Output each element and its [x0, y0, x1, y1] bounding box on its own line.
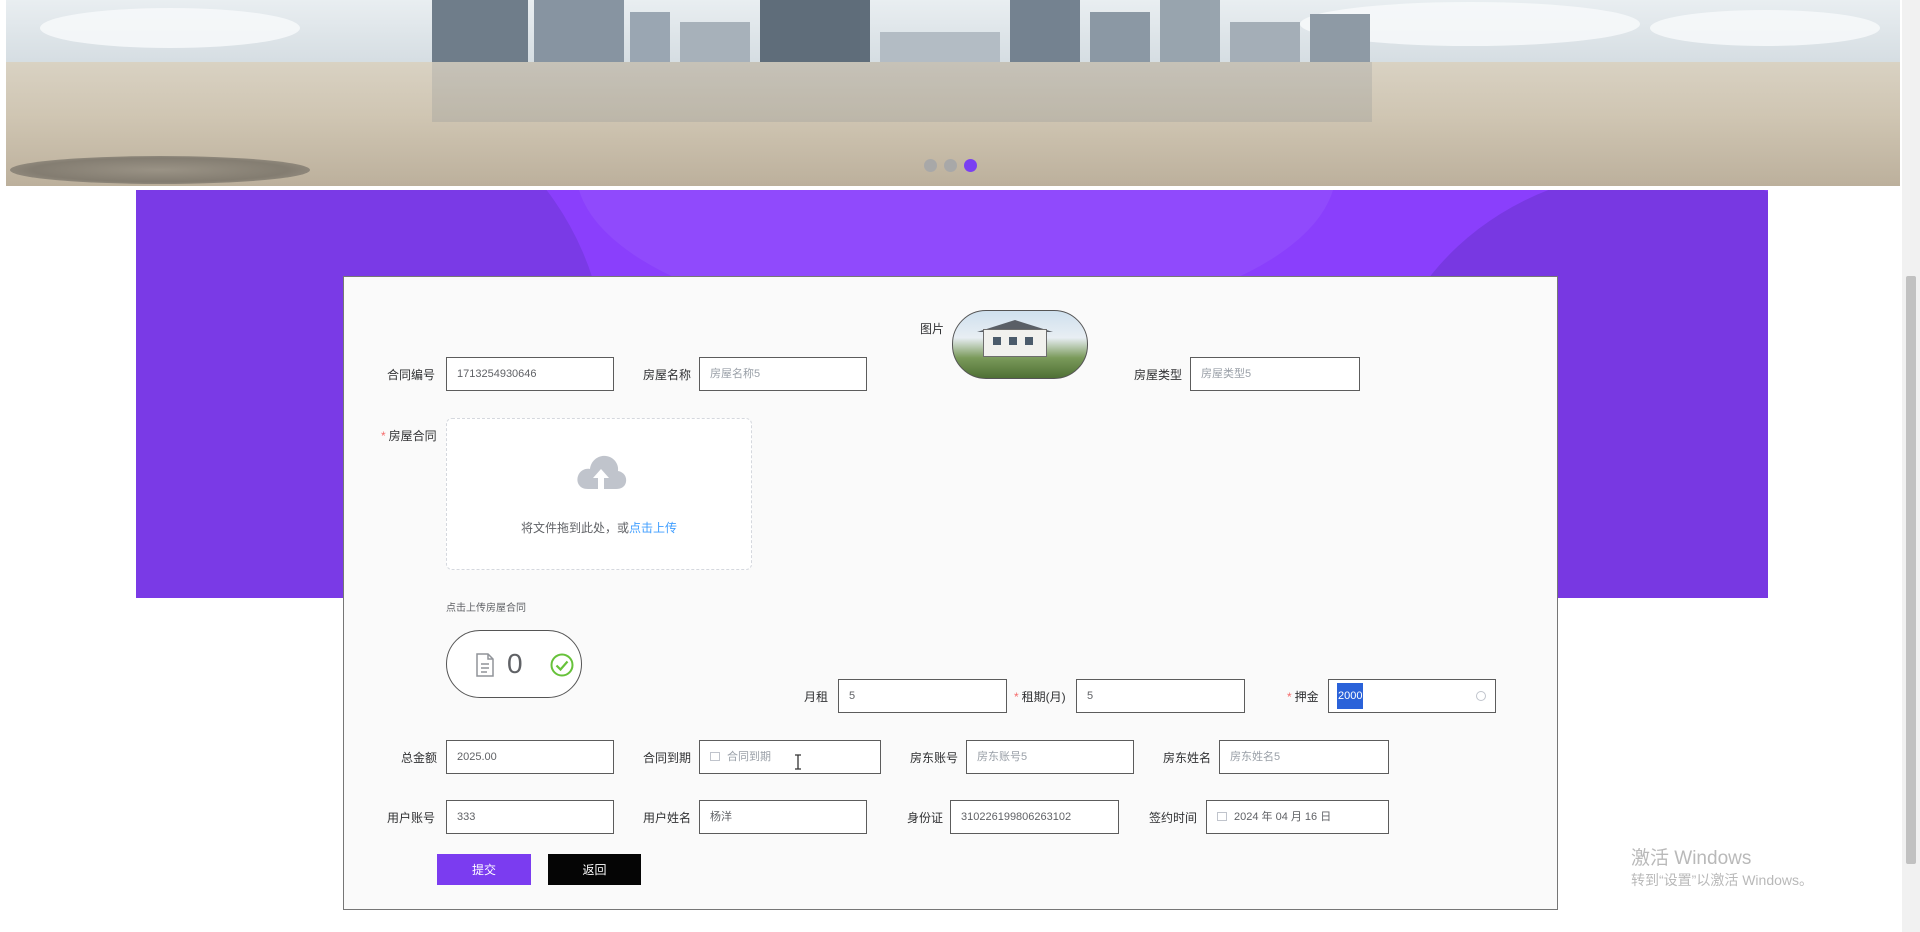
banner-manhole [10, 156, 310, 184]
lease-months-label-text: 租期(月) [1021, 690, 1066, 704]
sign-time-value: 2024 年 04 月 16 日 [1234, 811, 1332, 823]
calendar-icon [710, 752, 720, 761]
lease-months-input[interactable]: 5 [1076, 679, 1245, 713]
banner-building [1230, 22, 1300, 62]
contract-upload-dropzone[interactable]: 将文件拖到此处，或点击上传 [446, 418, 752, 570]
required-mark: * [1014, 690, 1019, 704]
upload-hint-text: 将文件拖到此处，或 [520, 521, 629, 535]
picture-label: 图片 [920, 322, 945, 336]
landlord-account-input[interactable]: 房东账号5 [966, 740, 1134, 774]
contract-expiry-picker[interactable]: 合同到期 [699, 740, 881, 774]
banner-building [630, 12, 670, 62]
text-cursor-icon [795, 754, 801, 770]
house-type-input[interactable]: 房屋类型5 [1190, 357, 1360, 391]
id-card-input[interactable]: 310226199806263102 [950, 800, 1119, 834]
banner-building [760, 0, 870, 62]
calendar-icon [1217, 812, 1227, 821]
banner-building [880, 32, 1000, 62]
user-name-input[interactable]: 杨洋 [699, 800, 867, 834]
banner-cloud [1650, 10, 1880, 46]
page-scrollbar[interactable] [1902, 0, 1920, 932]
deposit-input[interactable]: 2000 [1328, 679, 1496, 713]
banner-building [1010, 0, 1080, 62]
house-window [993, 337, 1001, 345]
submit-button[interactable]: 提交 [437, 854, 531, 885]
upload-hint: 将文件拖到此处，或点击上传 [447, 519, 751, 536]
upload-cloud-icon [577, 455, 627, 489]
user-account-label: 用户账号 [387, 811, 436, 825]
banner-building [1160, 0, 1220, 62]
deposit-label-text: 押金 [1294, 690, 1319, 704]
total-amount-input[interactable]: 2025.00 [446, 740, 614, 774]
activation-watermark-subtitle: 转到“设置”以激活 Windows。 [1631, 872, 1814, 888]
house-picture[interactable] [952, 310, 1088, 379]
file-count: 0 [507, 648, 523, 679]
banner-building [432, 0, 528, 62]
clear-icon[interactable] [1476, 691, 1486, 701]
upload-tip: 点击上传房屋合同 [446, 603, 526, 614]
scrollbar-thumb[interactable] [1906, 276, 1916, 864]
sign-time-picker[interactable]: 2024 年 04 月 16 日 [1206, 800, 1389, 834]
sign-time-label: 签约时间 [1149, 811, 1198, 825]
house-contract-label-text: 房屋合同 [388, 429, 437, 443]
success-check-icon [550, 653, 574, 677]
deposit-label: * 押金 [1287, 688, 1319, 705]
banner-building [1090, 12, 1150, 62]
uploaded-file-indicator[interactable]: 0 [446, 630, 582, 698]
document-icon [476, 653, 494, 677]
contract-expiry-label: 合同到期 [643, 751, 692, 765]
banner-building [534, 0, 624, 62]
banner-edge [0, 0, 6, 186]
user-account-input[interactable]: 333 [446, 800, 614, 834]
banner-cloud [40, 8, 300, 48]
lease-months-label: * 租期(月) [1014, 688, 1066, 705]
id-card-label: 身份证 [907, 811, 944, 825]
house-name-input[interactable]: 房屋名称5 [699, 357, 867, 391]
monthly-rent-label: 月租 [804, 690, 829, 704]
banner-building [680, 22, 750, 62]
contract-no-label: 合同编号 [387, 368, 436, 382]
landlord-name-input[interactable]: 房东姓名5 [1219, 740, 1389, 774]
contract-expiry-placeholder: 合同到期 [727, 751, 771, 763]
house-window [1009, 337, 1017, 345]
required-mark: * [381, 429, 386, 443]
total-amount-label: 总金额 [401, 751, 438, 765]
user-name-label: 用户姓名 [643, 811, 692, 825]
back-button[interactable]: 返回 [548, 854, 641, 885]
carousel-dot-1[interactable] [924, 159, 937, 172]
carousel-dot-3[interactable] [964, 159, 977, 172]
house-window [1025, 337, 1033, 345]
required-mark: * [1287, 690, 1292, 704]
house-contract-label: * 房屋合同 [381, 427, 437, 444]
upload-click-link[interactable]: 点击上传 [629, 521, 677, 535]
banner-building [1310, 14, 1370, 62]
carousel-indicators [924, 159, 977, 172]
deposit-value: 2000 [1337, 683, 1364, 709]
landlord-account-label: 房东账号 [910, 751, 959, 765]
activation-watermark-title: 激活 Windows [1631, 848, 1752, 869]
landlord-name-label: 房东姓名 [1163, 751, 1212, 765]
monthly-rent-input[interactable]: 5 [838, 679, 1007, 713]
carousel-dot-2[interactable] [944, 159, 957, 172]
contract-no-input[interactable]: 1713254930646 [446, 357, 614, 391]
banner-reflection [432, 62, 1372, 122]
house-type-label: 房屋类型 [1134, 368, 1183, 382]
contract-form: 合同编号 1713254930646 房屋名称 房屋名称5 图片 房屋类型 房屋… [343, 276, 1558, 910]
house-name-label: 房屋名称 [643, 368, 692, 382]
